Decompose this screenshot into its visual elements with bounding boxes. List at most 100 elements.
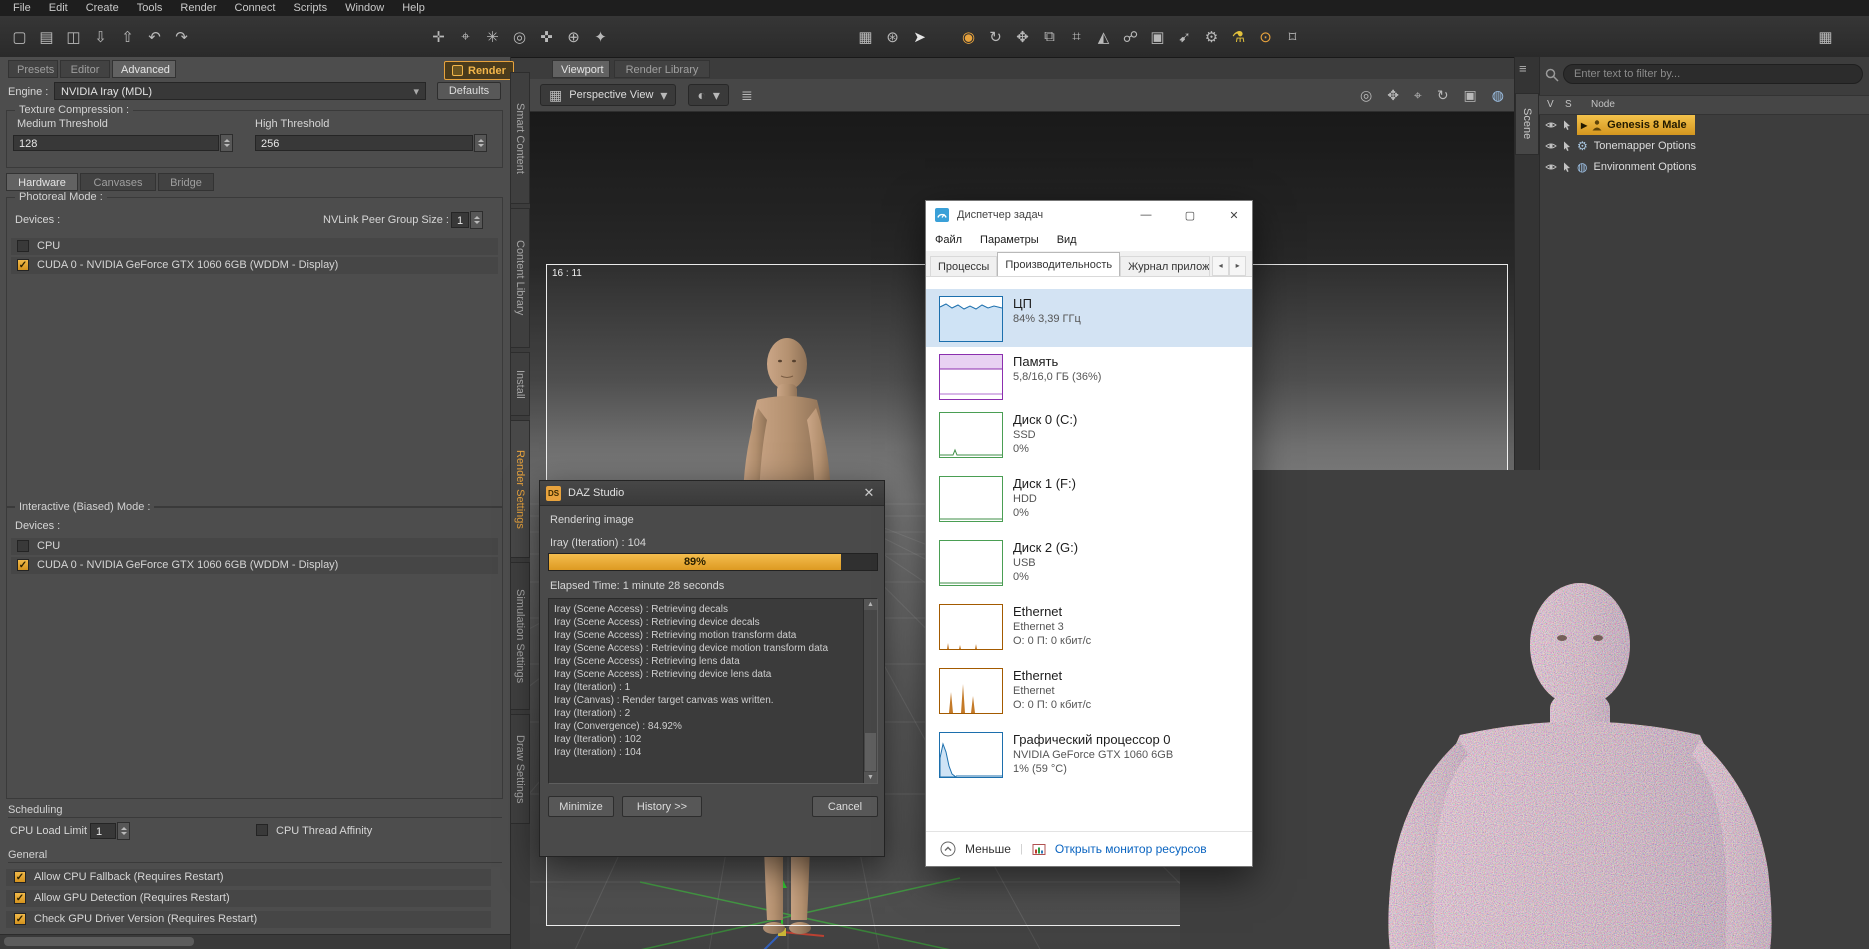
- dialog-title-bar[interactable]: DS DAZ Studio ✕: [540, 481, 884, 506]
- cancel-button[interactable]: Cancel: [812, 796, 878, 817]
- move-tool-icon[interactable]: ✥: [1009, 28, 1036, 46]
- selected-node-highlight[interactable]: ▶ Genesis 8 Male: [1577, 115, 1695, 135]
- hscrollbar-thumb[interactable]: [4, 937, 194, 946]
- cpu-load-limit-input[interactable]: 1: [90, 823, 116, 839]
- open-resource-monitor-link[interactable]: Открыть монитор ресурсов: [1055, 842, 1207, 856]
- general-row-3[interactable]: Check GPU Driver Version (Requires Resta…: [6, 911, 491, 928]
- log-scrollbar[interactable]: ▲ ▼: [863, 599, 877, 783]
- photoreal-cuda-row[interactable]: CUDA 0 - NVIDIA GeForce GTX 1060 6GB (WD…: [11, 257, 498, 274]
- visibility-eye-icon[interactable]: [1545, 163, 1557, 171]
- general-row-2[interactable]: Allow GPU Detection (Requires Restart): [6, 890, 491, 907]
- import-icon[interactable]: ⇩: [87, 28, 114, 46]
- undo-icon[interactable]: ↶: [141, 28, 168, 46]
- selectable-cursor-icon[interactable]: [1563, 141, 1571, 151]
- menu-tools[interactable]: Tools: [128, 0, 172, 16]
- open-file-icon[interactable]: ▤: [33, 28, 60, 46]
- arrow-tool-icon[interactable]: ➹: [1171, 28, 1198, 46]
- tab-presets[interactable]: Presets: [8, 60, 58, 78]
- new-file-icon[interactable]: ▢: [6, 28, 33, 46]
- pointer-tool-icon[interactable]: ➤: [906, 28, 933, 46]
- selectable-cursor-icon[interactable]: [1563, 120, 1571, 130]
- frame-camera-icon[interactable]: ▣: [1464, 87, 1477, 104]
- selectable-cursor-icon[interactable]: [1563, 162, 1571, 172]
- tab-app-history[interactable]: Журнал прилож: [1120, 256, 1210, 276]
- joint-tool-icon[interactable]: ✳: [479, 28, 506, 46]
- minimize-button[interactable]: Minimize: [548, 796, 614, 817]
- workstation-icon[interactable]: ▦: [1812, 28, 1839, 46]
- export-icon[interactable]: ⇧: [114, 28, 141, 46]
- medium-threshold-stepper[interactable]: [220, 134, 233, 152]
- node-tool-icon[interactable]: ✛: [425, 28, 452, 46]
- photoreal-cpu-row[interactable]: CPU: [11, 238, 498, 255]
- side-tab-scene[interactable]: Scene: [1515, 93, 1539, 155]
- tab-bridge[interactable]: Bridge: [158, 173, 214, 191]
- tab-advanced[interactable]: Advanced: [112, 60, 176, 78]
- photoreal-cuda-checkbox[interactable]: [17, 259, 29, 271]
- menu-connect[interactable]: Connect: [226, 0, 285, 16]
- cpu-thread-affinity-checkbox[interactable]: [256, 824, 268, 836]
- menu-edit[interactable]: Edit: [40, 0, 77, 16]
- menu-file[interactable]: File: [4, 0, 40, 16]
- medium-threshold-input[interactable]: 128: [13, 135, 219, 151]
- mesh-tool-icon[interactable]: ◭: [1090, 28, 1117, 46]
- side-tab-install[interactable]: Install: [510, 352, 530, 416]
- menu-render[interactable]: Render: [171, 0, 225, 16]
- high-threshold-input[interactable]: 256: [255, 135, 473, 151]
- scroll-up-icon[interactable]: ▲: [864, 599, 877, 610]
- menu-help[interactable]: Help: [393, 0, 434, 16]
- link-tool-icon[interactable]: ☍: [1117, 28, 1144, 46]
- interactive-cuda-checkbox[interactable]: [17, 559, 29, 571]
- scale-tool-icon[interactable]: ⧉: [1036, 28, 1063, 45]
- visibility-eye-icon[interactable]: [1545, 142, 1557, 150]
- perf-item-gpu[interactable]: Графический процессор 0 NVIDIA GeForce G…: [926, 725, 1252, 795]
- menu-scripts[interactable]: Scripts: [284, 0, 336, 16]
- tab-processes[interactable]: Процессы: [930, 256, 997, 276]
- perf-item-memory[interactable]: Память 5,8/16,0 ГБ (36%): [926, 347, 1252, 405]
- settings-gear-icon[interactable]: ⚙: [1198, 28, 1225, 46]
- side-tab-render-settings[interactable]: Render Settings: [510, 420, 530, 558]
- scroll-down-icon[interactable]: ▼: [864, 772, 877, 783]
- menu-create[interactable]: Create: [77, 0, 128, 16]
- tab-editor[interactable]: Editor: [60, 60, 110, 78]
- grid-snap-icon[interactable]: ▦: [852, 28, 879, 46]
- fewer-details-icon[interactable]: [940, 841, 956, 857]
- pane-menu-icon[interactable]: ≡: [1519, 61, 1527, 76]
- scene-node-tonemapper-options[interactable]: ⚙ Tonemapper Options: [1539, 136, 1869, 156]
- orbit-camera-icon[interactable]: ◎: [1360, 87, 1372, 104]
- drawstyle-dropdown[interactable]: ◐ ▾: [688, 84, 729, 106]
- left-panel-hscrollbar[interactable]: [0, 934, 510, 949]
- tab-hardware[interactable]: Hardware: [6, 173, 78, 191]
- transform-tool-icon[interactable]: ✜: [533, 28, 560, 46]
- visibility-eye-icon[interactable]: [1545, 121, 1557, 129]
- sphere-tool-icon[interactable]: ◎: [506, 28, 533, 46]
- zoom-camera-icon[interactable]: ⌖: [1414, 87, 1422, 104]
- perf-item-ethernet[interactable]: Ethernet Ethernet О: 0 П: 0 кбит/с: [926, 661, 1252, 725]
- panel-tool-icon[interactable]: ▣: [1144, 28, 1171, 46]
- maximize-window-icon[interactable]: ▢: [1172, 201, 1208, 229]
- tab-canvases[interactable]: Canvases: [80, 173, 156, 191]
- photoreal-cpu-checkbox[interactable]: [17, 240, 29, 252]
- tab-performance[interactable]: Производительность: [997, 252, 1120, 276]
- tab-viewport[interactable]: Viewport: [552, 60, 610, 78]
- surface-tool-icon[interactable]: ✦: [587, 28, 614, 46]
- view-selector-dropdown[interactable]: ▦ Perspective View ▾: [540, 84, 676, 106]
- aux-tool-icon[interactable]: ⌑: [1279, 28, 1306, 46]
- frame-tool-icon[interactable]: ⌗: [1063, 28, 1090, 45]
- redo-icon[interactable]: ↷: [168, 28, 195, 46]
- task-manager-title-bar[interactable]: Диспетчер задач — ▢ ✕: [926, 201, 1252, 229]
- nvlink-input[interactable]: 1: [451, 212, 469, 228]
- close-icon[interactable]: ✕: [860, 485, 878, 501]
- menu-options-ru[interactable]: Параметры: [971, 234, 1048, 246]
- general-row-1[interactable]: Allow CPU Fallback (Requires Restart): [6, 869, 491, 886]
- render-button[interactable]: Render: [444, 61, 514, 80]
- menu-view-ru[interactable]: Вид: [1048, 234, 1086, 246]
- interactive-cuda-row[interactable]: CUDA 0 - NVIDIA GeForce GTX 1060 6GB (WD…: [11, 557, 498, 574]
- engine-dropdown[interactable]: NVIDIA Iray (MDL) ▾: [54, 82, 426, 100]
- interactive-cpu-checkbox[interactable]: [17, 540, 29, 552]
- allow-gpu-detection-checkbox[interactable]: [14, 892, 26, 904]
- minimize-window-icon[interactable]: —: [1128, 201, 1164, 229]
- target-tool-icon[interactable]: ⌖: [452, 28, 479, 45]
- side-tab-content-library[interactable]: Content Library: [510, 208, 530, 348]
- wheel-icon[interactable]: ⊛: [879, 28, 906, 46]
- rotate-camera-icon[interactable]: ↻: [1437, 87, 1449, 104]
